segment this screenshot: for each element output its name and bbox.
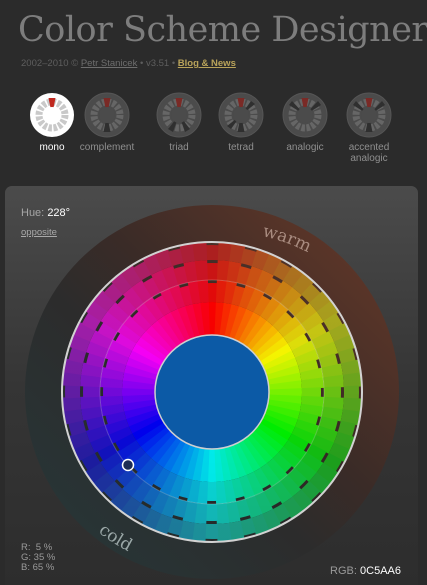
opposite-link[interactable]: opposite bbox=[21, 227, 57, 238]
selected-color-swatch bbox=[154, 334, 270, 450]
hue-value: 228° bbox=[47, 207, 71, 219]
b-value: 65 % bbox=[32, 562, 55, 573]
rgb-hex-readout: RGB: 0C5AA6 bbox=[330, 565, 401, 577]
rgb-hex-label: RGB: bbox=[330, 565, 357, 577]
hue-marker-handle[interactable] bbox=[121, 458, 135, 472]
color-wheel[interactable]: warm cold bbox=[0, 0, 427, 585]
rgb-percentages: R: 5 % G: 35 % B: 65 % bbox=[21, 543, 55, 573]
hue-label: Hue: bbox=[21, 207, 45, 219]
hue-readout: Hue: 228° bbox=[21, 207, 70, 219]
b-label: B: bbox=[21, 562, 30, 573]
rgb-hex-value: 0C5AA6 bbox=[360, 565, 401, 577]
